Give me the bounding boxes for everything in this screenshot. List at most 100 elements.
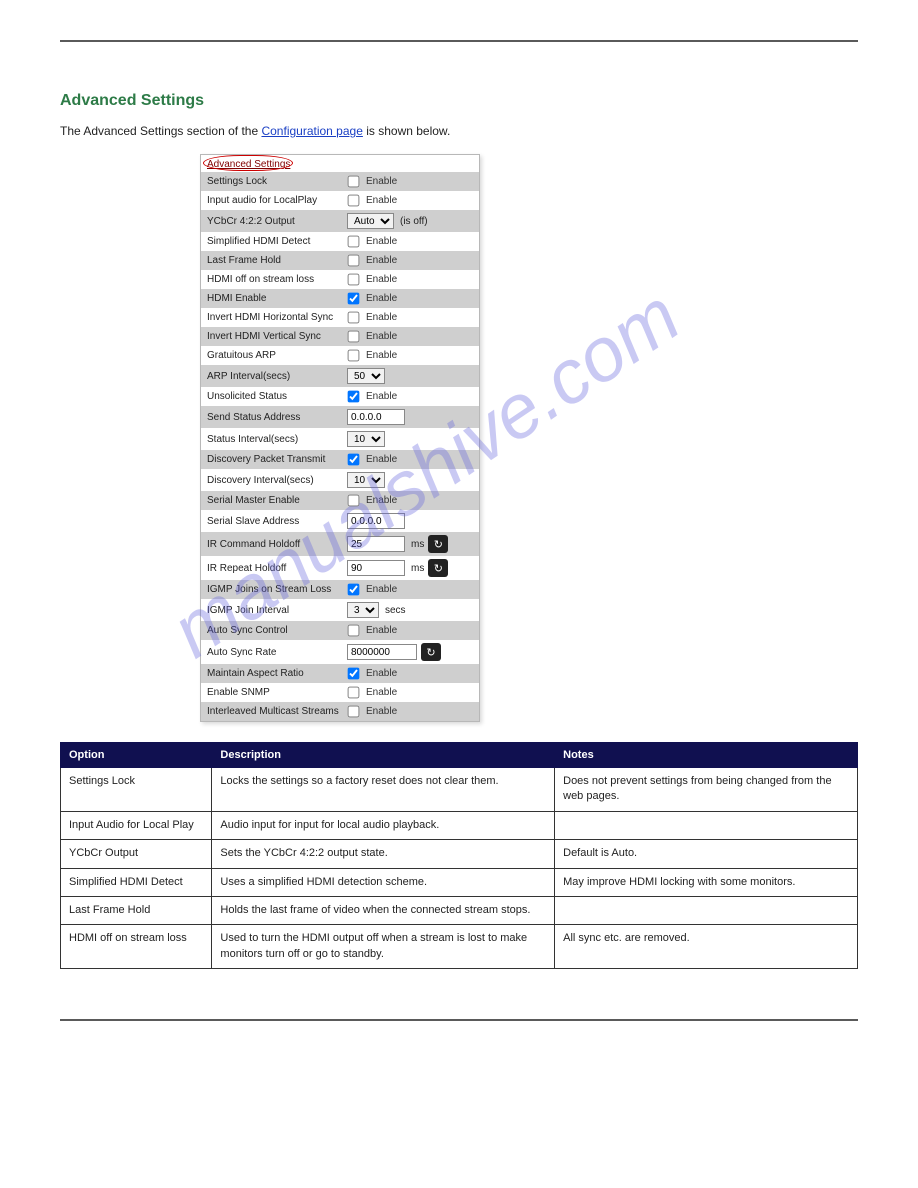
setting-control: 50	[347, 368, 473, 384]
ir-rpt-input[interactable]	[347, 560, 405, 576]
setting-row-hdmi-off: HDMI off on stream lossEnable	[201, 270, 479, 289]
setting-control: Enable	[347, 235, 473, 248]
snmp-checkbox[interactable]	[348, 687, 360, 699]
setting-label: Invert HDMI Vertical Sync	[207, 331, 347, 342]
description-cell: Sets the YCbCr 4:2:2 output state.	[212, 840, 555, 868]
table-row: Simplified HDMI DetectUses a simplified …	[61, 868, 858, 896]
ycbcr-select[interactable]: Auto	[347, 213, 394, 229]
enable-label: Enable	[366, 391, 397, 402]
panel-header: Advanced Settings	[201, 155, 479, 172]
auto-sync-checkbox[interactable]	[348, 625, 360, 637]
enable-label: Enable	[366, 350, 397, 361]
setting-row-serial-master: Serial Master EnableEnable	[201, 491, 479, 510]
setting-label: Serial Master Enable	[207, 495, 347, 506]
setting-control: Enable	[347, 624, 473, 637]
last-frame-checkbox[interactable]	[348, 255, 360, 267]
simplified-hdmi-checkbox[interactable]	[348, 236, 360, 248]
enable-label: Enable	[366, 274, 397, 285]
setting-control: 3 secs	[347, 602, 473, 618]
th-description: Description	[212, 743, 555, 768]
aspect-checkbox[interactable]	[348, 668, 360, 680]
auto-rate-input[interactable]	[347, 644, 417, 660]
setting-control: ms↻	[347, 559, 473, 577]
igmp-loss-checkbox[interactable]	[348, 584, 360, 596]
setting-row-auto-rate: Auto Sync Rate↻	[201, 640, 479, 664]
option-cell: HDMI off on stream loss	[61, 925, 212, 969]
setting-control: Enable	[347, 254, 473, 267]
section-title: Advanced Settings	[60, 92, 858, 110]
setting-row-send-status: Send Status Address	[201, 406, 479, 428]
setting-label: Last Frame Hold	[207, 255, 347, 266]
advanced-settings-panel: Advanced Settings Settings LockEnableInp…	[200, 154, 480, 722]
section-intro: The Advanced Settings section of the Con…	[60, 122, 858, 140]
disc-pkt-checkbox[interactable]	[348, 454, 360, 466]
ir-rpt-reset-button[interactable]: ↻	[428, 559, 448, 577]
table-row: HDMI off on stream lossUsed to turn the …	[61, 925, 858, 969]
configuration-page-link[interactable]: Configuration page	[261, 124, 362, 138]
igmp-int-select[interactable]: 3	[347, 602, 379, 618]
setting-label: YCbCr 4:2:2 Output	[207, 216, 347, 227]
setting-control: 10	[347, 431, 473, 447]
serial-slave-input[interactable]	[347, 513, 405, 529]
input-audio-checkbox[interactable]	[348, 195, 360, 207]
setting-label: Unsolicited Status	[207, 391, 347, 402]
option-cell: Settings Lock	[61, 768, 212, 812]
enable-label: Enable	[366, 331, 397, 342]
setting-row-serial-slave: Serial Slave Address	[201, 510, 479, 532]
setting-control: Enable	[347, 175, 473, 188]
hdmi-off-checkbox[interactable]	[348, 274, 360, 286]
setting-control: ms↻	[347, 535, 473, 553]
setting-label: Input audio for LocalPlay	[207, 195, 347, 206]
inv-hsync-checkbox[interactable]	[348, 312, 360, 324]
setting-label: IR Repeat Holdoff	[207, 563, 347, 574]
interleaved-checkbox[interactable]	[348, 706, 360, 718]
option-cell: Simplified HDMI Detect	[61, 868, 212, 896]
setting-control: Auto(is off)	[347, 213, 473, 229]
table-row: Last Frame HoldHolds the last frame of v…	[61, 896, 858, 924]
description-cell: Used to turn the HDMI output off when a …	[212, 925, 555, 969]
notes-cell: Default is Auto.	[555, 840, 858, 868]
setting-label: IGMP Join Interval	[207, 605, 347, 616]
setting-control: Enable	[347, 349, 473, 362]
enable-label: Enable	[366, 668, 397, 679]
setting-control: Enable	[347, 667, 473, 680]
serial-master-checkbox[interactable]	[348, 495, 360, 507]
enable-label: Enable	[366, 176, 397, 187]
setting-control: Enable	[347, 292, 473, 305]
disc-int-select[interactable]: 10	[347, 472, 385, 488]
intro-prefix: The Advanced Settings section of the	[60, 124, 261, 138]
gratuitous-arp-checkbox[interactable]	[348, 350, 360, 362]
suffix-label: secs	[385, 605, 406, 616]
setting-label: Auto Sync Control	[207, 625, 347, 636]
setting-row-igmp-int: IGMP Join Interval3 secs	[201, 599, 479, 621]
description-cell: Uses a simplified HDMI detection scheme.	[212, 868, 555, 896]
status-interval-select[interactable]: 10	[347, 431, 385, 447]
setting-control: Enable	[347, 583, 473, 596]
ir-cmd-input[interactable]	[347, 536, 405, 552]
arp-interval-select[interactable]: 50	[347, 368, 385, 384]
enable-label: Enable	[366, 706, 397, 717]
table-row: YCbCr OutputSets the YCbCr 4:2:2 output …	[61, 840, 858, 868]
auto-rate-reset-button[interactable]: ↻	[421, 643, 441, 661]
notes-cell: All sync etc. are removed.	[555, 925, 858, 969]
settings-lock-checkbox[interactable]	[348, 176, 360, 188]
send-status-input[interactable]	[347, 409, 405, 425]
th-notes: Notes	[555, 743, 858, 768]
setting-label: Serial Slave Address	[207, 516, 347, 527]
inv-vsync-checkbox[interactable]	[348, 331, 360, 343]
setting-control: Enable	[347, 453, 473, 466]
description-cell: Audio input for input for local audio pl…	[212, 811, 555, 839]
setting-row-arp-interval: ARP Interval(secs)50	[201, 365, 479, 387]
unsolicited-checkbox[interactable]	[348, 391, 360, 403]
description-cell: Locks the settings so a factory reset do…	[212, 768, 555, 812]
setting-label: Discovery Interval(secs)	[207, 475, 347, 486]
ir-cmd-reset-button[interactable]: ↻	[428, 535, 448, 553]
intro-suffix: is shown below.	[363, 124, 450, 138]
notes-cell	[555, 896, 858, 924]
setting-row-interleaved: Interleaved Multicast StreamsEnable	[201, 702, 479, 721]
setting-control: Enable	[347, 273, 473, 286]
notes-cell: May improve HDMI locking with some monit…	[555, 868, 858, 896]
setting-control: 10	[347, 472, 473, 488]
hdmi-enable-checkbox[interactable]	[348, 293, 360, 305]
setting-row-simplified-hdmi: Simplified HDMI DetectEnable	[201, 232, 479, 251]
